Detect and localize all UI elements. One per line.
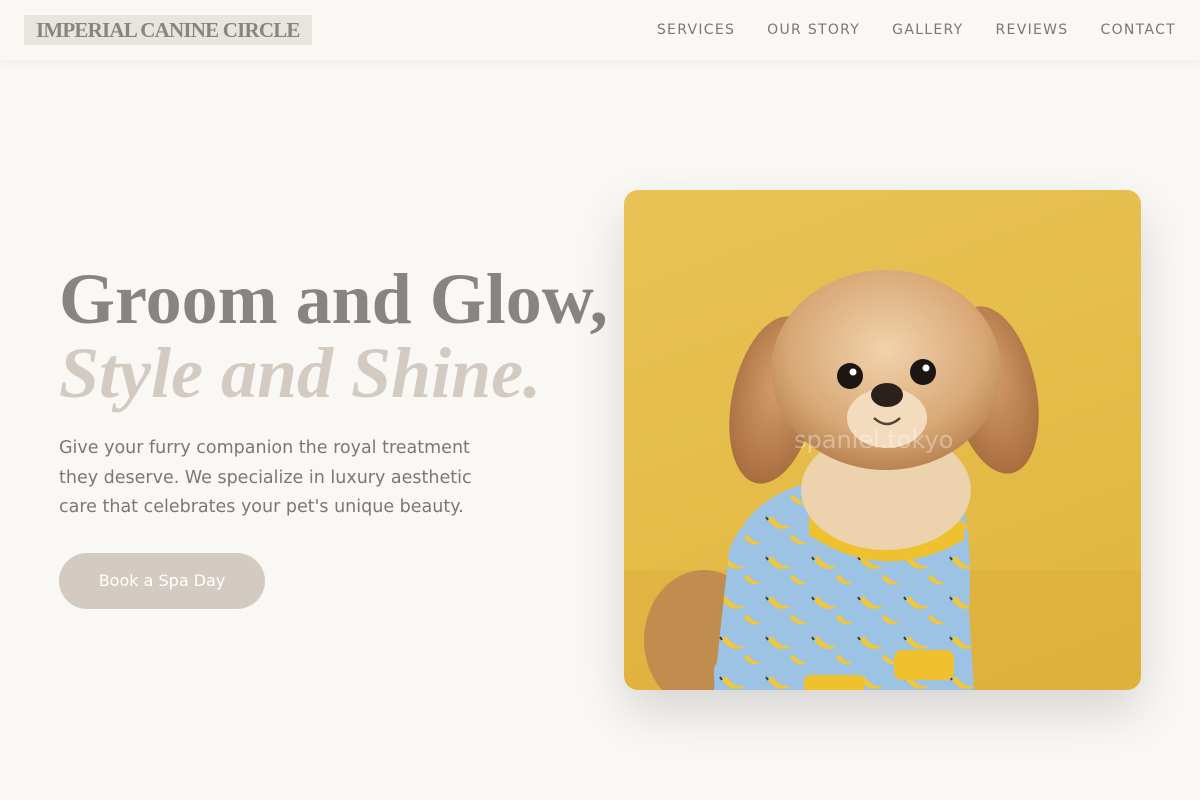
headline-line-1: Groom and Glow,	[59, 259, 608, 339]
nav-link-our-story[interactable]: OUR STORY	[767, 22, 860, 38]
nav-link-services[interactable]: SERVICES	[657, 22, 735, 38]
main-nav: SERVICES OUR STORY GALLERY REVIEWS CONTA…	[657, 22, 1176, 38]
nav-link-reviews[interactable]: REVIEWS	[996, 22, 1069, 38]
top-navbar: IMPERIAL CANINE CIRCLE SERVICES OUR STOR…	[0, 0, 1200, 60]
dog-illustration	[624, 270, 1141, 690]
nav-link-gallery[interactable]: GALLERY	[892, 22, 963, 38]
hero-headline: Groom and Glow, Style and Shine.	[59, 259, 608, 413]
hero-dog-photo: spaniel.tokyo	[624, 190, 1141, 690]
hero-description: Give your furry companion the royal trea…	[59, 438, 472, 517]
headline-line-2: Style and Shine.	[59, 333, 542, 413]
brand-logo[interactable]: IMPERIAL CANINE CIRCLE	[24, 15, 312, 45]
book-spa-day-button[interactable]: Book a Spa Day	[59, 552, 265, 609]
hero-text-block: Groom and Glow, Style and Shine. Give yo…	[59, 259, 608, 609]
nav-link-contact[interactable]: CONTACT	[1101, 22, 1177, 38]
